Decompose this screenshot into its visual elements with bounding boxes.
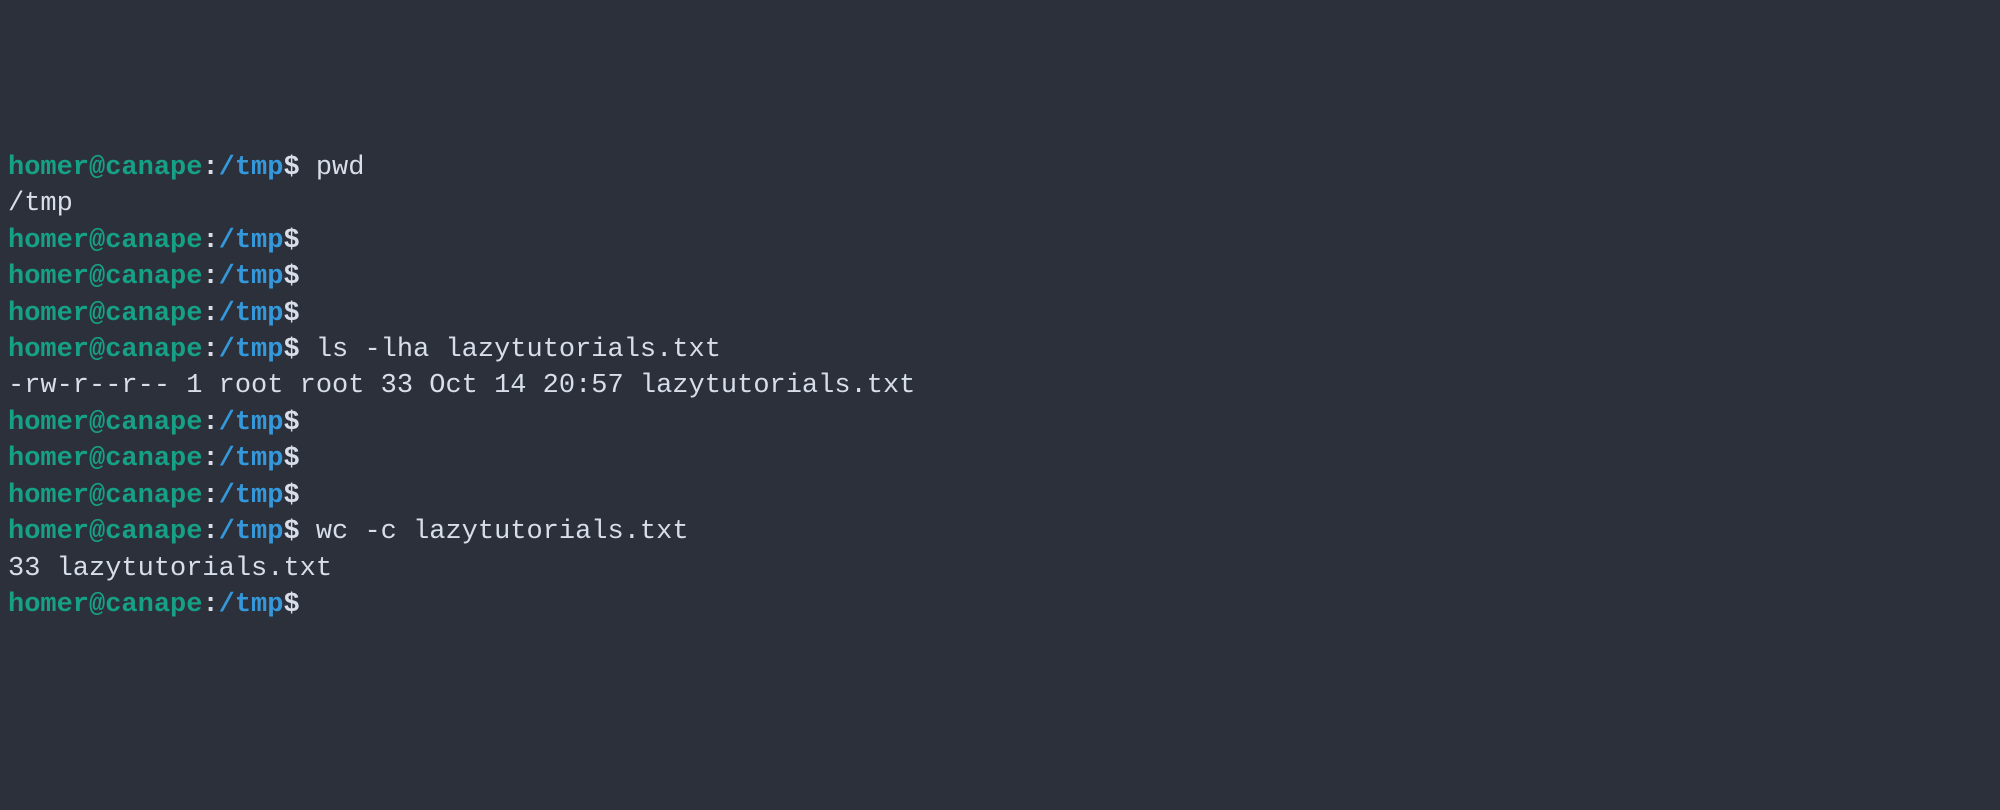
command-text: wc -c lazytutorials.txt: [300, 517, 689, 547]
prompt-sigil: $: [283, 408, 299, 438]
terminal-line: homer@canape:/tmp$ pwd: [8, 150, 1992, 186]
prompt-user-host: homer@canape: [8, 408, 202, 438]
prompt-user-host: homer@canape: [8, 444, 202, 474]
prompt-colon: :: [202, 444, 218, 474]
prompt-path: /tmp: [219, 153, 284, 183]
prompt-sigil: $: [283, 262, 299, 292]
prompt-user-host: homer@canape: [8, 262, 202, 292]
prompt-user-host: homer@canape: [8, 481, 202, 511]
prompt-path: /tmp: [219, 408, 284, 438]
prompt-sigil: $: [283, 517, 299, 547]
terminal-line: homer@canape:/tmp$ wc -c lazytutorials.t…: [8, 514, 1992, 550]
command-text: ls -lha lazytutorials.txt: [300, 335, 721, 365]
prompt-colon: :: [202, 226, 218, 256]
output-text: -rw-r--r-- 1 root root 33 Oct 14 20:57 l…: [8, 371, 915, 401]
prompt-colon: :: [202, 408, 218, 438]
terminal-line: homer@canape:/tmp$: [8, 259, 1992, 295]
prompt-path: /tmp: [219, 481, 284, 511]
terminal-line: homer@canape:/tmp$: [8, 441, 1992, 477]
output-text: 33 lazytutorials.txt: [8, 554, 332, 584]
prompt-sigil: $: [283, 226, 299, 256]
terminal-line: homer@canape:/tmp$ ls -lha lazytutorials…: [8, 332, 1992, 368]
terminal-window[interactable]: homer@canape:/tmp$ pwd/tmphomer@canape:/…: [8, 150, 1992, 624]
terminal-line: homer@canape:/tmp$: [8, 296, 1992, 332]
prompt-path: /tmp: [219, 590, 284, 620]
prompt-sigil: $: [283, 335, 299, 365]
prompt-sigil: $: [283, 481, 299, 511]
prompt-path: /tmp: [219, 226, 284, 256]
output-text: /tmp: [8, 189, 73, 219]
terminal-line: homer@canape:/tmp$: [8, 587, 1992, 623]
prompt-colon: :: [202, 153, 218, 183]
prompt-user-host: homer@canape: [8, 153, 202, 183]
prompt-sigil: $: [283, 444, 299, 474]
prompt-user-host: homer@canape: [8, 517, 202, 547]
prompt-path: /tmp: [219, 299, 284, 329]
terminal-line: homer@canape:/tmp$: [8, 405, 1992, 441]
terminal-line: homer@canape:/tmp$: [8, 478, 1992, 514]
prompt-colon: :: [202, 335, 218, 365]
prompt-user-host: homer@canape: [8, 335, 202, 365]
terminal-line: -rw-r--r-- 1 root root 33 Oct 14 20:57 l…: [8, 368, 1992, 404]
prompt-sigil: $: [283, 299, 299, 329]
terminal-line: homer@canape:/tmp$: [8, 223, 1992, 259]
prompt-path: /tmp: [219, 262, 284, 292]
command-text: pwd: [300, 153, 365, 183]
prompt-colon: :: [202, 481, 218, 511]
prompt-sigil: $: [283, 153, 299, 183]
prompt-colon: :: [202, 517, 218, 547]
prompt-user-host: homer@canape: [8, 299, 202, 329]
prompt-colon: :: [202, 590, 218, 620]
terminal-line: 33 lazytutorials.txt: [8, 551, 1992, 587]
prompt-path: /tmp: [219, 335, 284, 365]
prompt-sigil: $: [283, 590, 299, 620]
prompt-colon: :: [202, 299, 218, 329]
prompt-path: /tmp: [219, 517, 284, 547]
prompt-path: /tmp: [219, 444, 284, 474]
prompt-colon: :: [202, 262, 218, 292]
prompt-user-host: homer@canape: [8, 226, 202, 256]
terminal-line: /tmp: [8, 186, 1992, 222]
prompt-user-host: homer@canape: [8, 590, 202, 620]
